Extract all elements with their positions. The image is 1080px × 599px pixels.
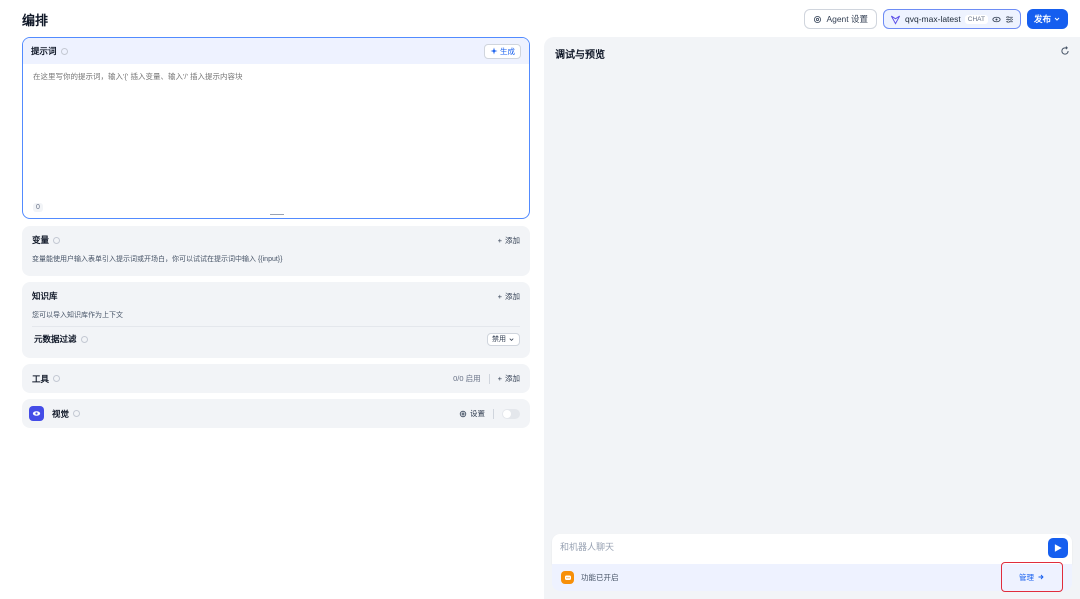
vision-settings-label: 设置	[470, 409, 485, 418]
vision-header: 视觉 设置	[29, 399, 520, 428]
feature-icon	[561, 571, 574, 584]
knowledge-header: 知识库 + 添加	[32, 282, 520, 310]
manage-button[interactable]: 管理	[1001, 562, 1063, 592]
variables-header: 变量 + 添加	[32, 226, 520, 254]
tools-section: 工具 0/0 启用 + 添加	[22, 364, 530, 393]
plus-icon: +	[497, 235, 502, 245]
variables-section: 变量 + 添加 变量能使用户输入表单引入提示词或开场白，你可以试试在提示词中输入…	[22, 226, 530, 276]
prompt-char-count: 0	[33, 203, 43, 212]
metadata-filter-label: 元数据过滤	[34, 334, 77, 344]
add-label: 添加	[505, 291, 520, 301]
page-title: 编排	[22, 12, 49, 28]
vision-settings-button[interactable]: 设置	[459, 408, 485, 419]
info-icon[interactable]	[73, 410, 81, 417]
tools-title: 工具	[32, 373, 50, 384]
gear-icon	[459, 410, 467, 417]
send-icon	[1054, 544, 1062, 552]
model-logo-icon	[890, 15, 901, 25]
publish-label: 发布	[1033, 14, 1051, 24]
sparkle-icon	[490, 47, 498, 55]
plus-icon: +	[497, 291, 502, 301]
preview-title: 调试与预览	[555, 50, 605, 61]
prompt-textarea[interactable]	[33, 71, 519, 191]
prompt-header: 提示词 生成	[23, 38, 529, 64]
chevron-down-icon	[1054, 17, 1060, 21]
model-name: qvq-max-latest	[905, 14, 961, 24]
variables-description: 变量能使用户输入表单引入提示词或开场白，你可以试试在提示词中输入 {{input…	[32, 256, 283, 263]
prompt-title: 提示词	[31, 46, 57, 56]
add-label: 添加	[505, 374, 520, 383]
tools-header: 工具 0/0 启用 + 添加	[32, 364, 520, 393]
chat-input-box	[552, 534, 1072, 564]
vision-icon	[29, 406, 44, 421]
refresh-icon[interactable]	[1060, 46, 1070, 56]
chevron-down-icon	[509, 337, 514, 341]
model-selector[interactable]: qvq-max-latest CHAT	[883, 9, 1021, 29]
vision-toggle[interactable]	[502, 408, 520, 419]
knowledge-description: 您可以导入知识库作为上下文	[32, 312, 123, 319]
metadata-filter-value: 禁用	[492, 336, 506, 343]
chat-input[interactable]	[560, 542, 1030, 552]
model-type-badge: CHAT	[964, 14, 988, 24]
sliders-icon[interactable]	[1005, 15, 1014, 24]
add-knowledge-button[interactable]: + 添加	[498, 291, 520, 302]
variables-title: 变量	[32, 235, 50, 245]
feature-status: 功能已开启	[581, 573, 619, 582]
metadata-filter-row: 元数据过滤 禁用	[32, 327, 520, 351]
tools-count: 0/0 启用	[453, 374, 481, 383]
info-icon[interactable]	[53, 375, 61, 382]
metadata-filter-select[interactable]: 禁用	[487, 332, 520, 346]
divider	[488, 373, 490, 384]
info-icon[interactable]	[60, 47, 68, 55]
divider	[493, 408, 494, 419]
arrow-right-icon	[1038, 574, 1044, 580]
knowledge-title: 知识库	[32, 291, 58, 301]
resize-handle[interactable]	[270, 214, 284, 215]
send-button[interactable]	[1048, 538, 1068, 558]
info-icon[interactable]	[53, 236, 61, 244]
top-bar: 编排 Agent 设置 qvq-max-latest CHAT 发布	[0, 0, 1080, 38]
agent-settings-button[interactable]: Agent 设置	[804, 9, 878, 29]
eye-icon	[992, 16, 1001, 22]
generate-label: 生成	[500, 46, 515, 56]
vision-section: 视觉 设置	[22, 399, 530, 428]
orchestration-panel: 提示词 生成 0 变量 + 添加 变量能使用户输入表单引入提示词或开场白，你可以…	[22, 37, 530, 428]
add-label: 添加	[505, 235, 520, 245]
add-variable-button[interactable]: + 添加	[498, 235, 520, 246]
gear-icon	[814, 15, 822, 23]
plus-icon: +	[497, 374, 502, 383]
generate-button[interactable]: 生成	[484, 43, 521, 59]
agent-settings-label: Agent 设置	[826, 14, 869, 24]
vision-title: 视觉	[52, 408, 70, 419]
debug-preview-panel: 调试与预览 功能已开启 管理	[544, 37, 1080, 599]
add-tool-button[interactable]: + 添加	[498, 373, 520, 384]
info-icon[interactable]	[80, 335, 88, 343]
publish-button[interactable]: 发布	[1026, 9, 1068, 29]
topbar-actions: Agent 设置 qvq-max-latest CHAT 发布	[804, 9, 1068, 29]
knowledge-section: 知识库 + 添加 您可以导入知识库作为上下文 元数据过滤 禁用	[22, 282, 530, 358]
manage-label: 管理	[1019, 572, 1034, 582]
prompt-editor: 提示词 生成 0	[22, 37, 530, 219]
feature-bar: 功能已开启 管理	[552, 562, 1072, 592]
